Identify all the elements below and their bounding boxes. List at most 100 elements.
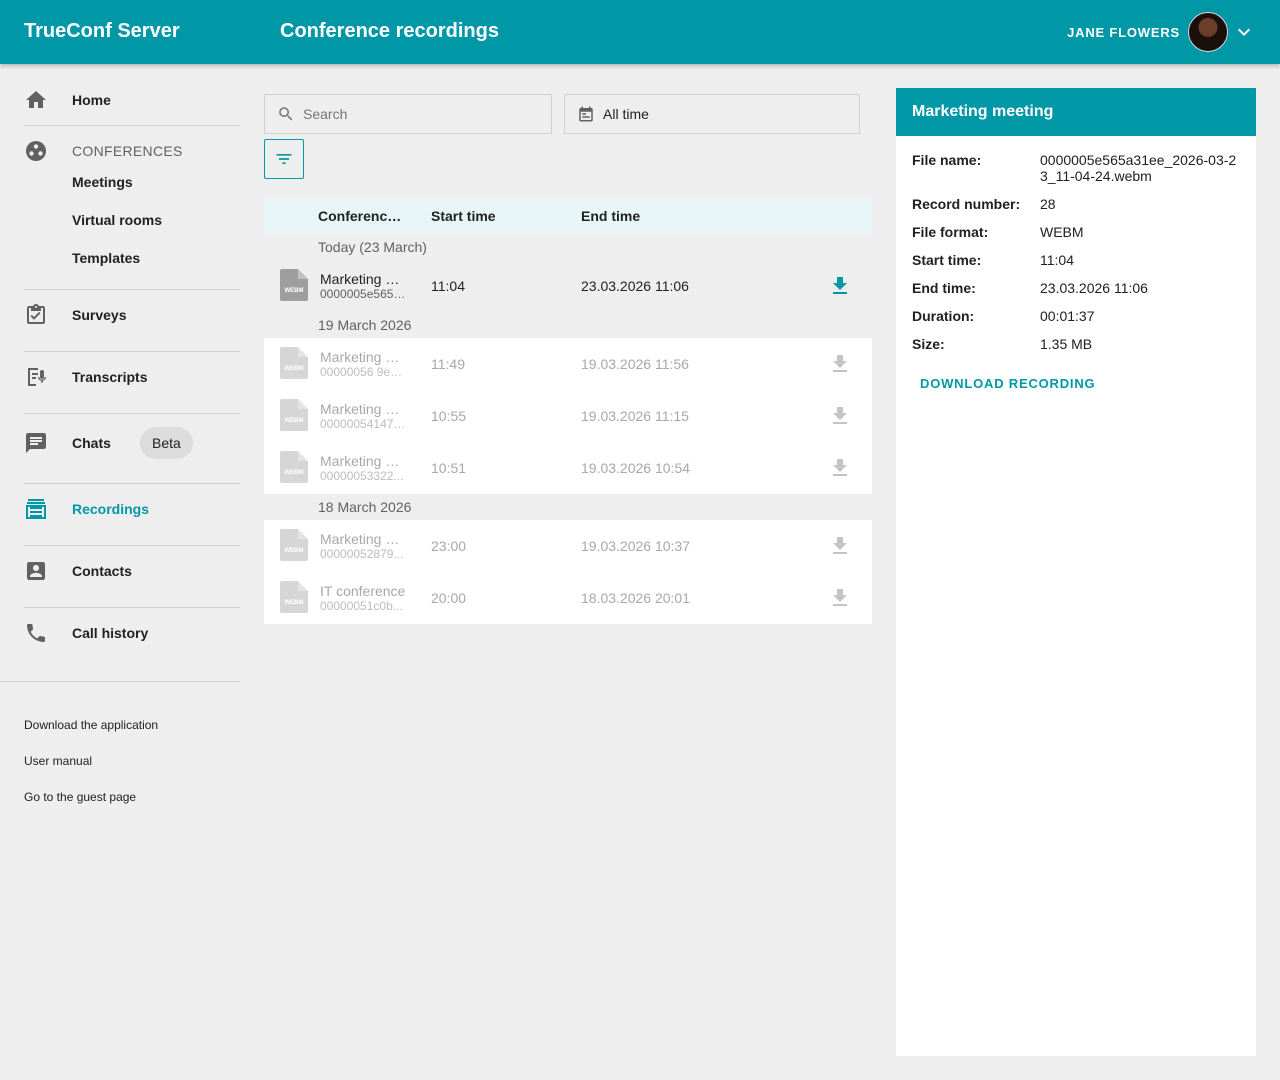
sidebar-item-home[interactable]: Home	[24, 80, 240, 120]
table-row[interactable]: WEBM IT conference 00000051c0b... 20:00 18.0…	[264, 572, 872, 624]
detail-label: End time:	[912, 280, 976, 296]
download-icon[interactable]	[828, 456, 852, 480]
download-icon[interactable]	[828, 352, 852, 376]
detail-label: File name:	[912, 152, 982, 168]
column-header-start[interactable]: Start time	[431, 208, 496, 224]
details-panel: Marketing meeting File name: 0000005e565…	[896, 88, 1256, 1056]
webm-file-icon: WEBM	[280, 399, 308, 431]
group-header: Today (23 March)	[264, 234, 872, 260]
sidebar-item-label: Surveys	[72, 307, 127, 323]
sidebar-item-label: Contacts	[72, 563, 132, 579]
recording-file: 00000054147f...	[320, 417, 406, 431]
sidebar-item-meetings[interactable]: Meetings	[72, 174, 133, 190]
sidebar-item-recordings[interactable]: Recordings	[24, 489, 240, 529]
date-filter[interactable]: All time	[564, 94, 860, 134]
download-app-link[interactable]: Download the application	[24, 718, 158, 732]
avatar[interactable]	[1188, 12, 1228, 52]
sidebar-item-transcripts[interactable]: Transcripts	[24, 357, 240, 397]
detail-value: 23.03.2026 11:06	[1040, 280, 1148, 296]
start-time: 10:51	[431, 460, 467, 476]
start-time: 11:49	[431, 356, 465, 372]
filter-button[interactable]	[264, 139, 304, 179]
end-time: 19.03.2026 10:37	[581, 538, 690, 554]
svg-text:WEBM: WEBM	[285, 548, 304, 554]
divider	[24, 413, 240, 414]
beta-badge: Beta	[140, 427, 193, 459]
home-icon	[26, 91, 46, 108]
table-header: Conference name Start time End time	[264, 198, 872, 234]
divider	[24, 289, 240, 290]
detail-value: 11:04	[1040, 252, 1074, 268]
start-time: 20:00	[431, 590, 467, 606]
sidebar-item-chats[interactable]: Chats Beta	[24, 423, 240, 463]
search-input[interactable]	[303, 106, 533, 122]
recording-file: 00000056 9e5...	[320, 365, 406, 379]
table-row[interactable]: WEBM Marketing meeting00000053322... 10:51…	[264, 442, 872, 494]
detail-value: WEBM	[1040, 224, 1084, 240]
recording-file: 00000053322...	[320, 469, 404, 483]
divider	[24, 125, 240, 126]
sidebar-item-label: Home	[72, 92, 111, 108]
sidebar-item-surveys[interactable]: Surveys	[24, 295, 240, 335]
group-label: 18 March 2026	[318, 499, 412, 515]
group-label: 19 March 2026	[318, 317, 412, 333]
sidebar-item-templates[interactable]: Templates	[72, 250, 140, 266]
column-header-end[interactable]: End time	[581, 208, 640, 224]
table-row[interactable]: WEBM Marketing meeting00000054147f... 10:5…	[264, 390, 872, 442]
recording-name: IT conference	[320, 583, 406, 599]
end-time: 19.03.2026 11:56	[581, 356, 689, 372]
sidebar-section-conferences: CONFERENCES	[24, 131, 240, 171]
download-icon[interactable]	[828, 534, 852, 558]
group-header: 18 March 2026	[264, 494, 872, 520]
filter-icon	[276, 154, 292, 164]
webm-file-icon: WEBM	[280, 529, 308, 561]
group-header: 19 March 2026	[264, 312, 872, 338]
recordings-icon	[26, 499, 46, 519]
detail-value: 1.35 MB	[1040, 336, 1093, 352]
download-icon[interactable]	[828, 404, 852, 428]
user-name[interactable]: JANE FLOWERS	[1067, 25, 1180, 40]
app-header: TrueConf Server Conference recordings JA…	[0, 0, 1280, 64]
search-icon	[279, 107, 293, 121]
table-row[interactable]: WEBM Marketing meeting00000052879... 23:00…	[264, 520, 872, 572]
conferences-icon	[26, 141, 46, 161]
recordings-table: Conference name Start time End time Toda…	[264, 198, 872, 624]
detail-value: 00:01:37	[1040, 308, 1095, 324]
divider	[0, 681, 240, 682]
divider	[24, 545, 240, 546]
recording-name: Marketing meeting	[320, 271, 406, 287]
sidebar-item-label: Transcripts	[72, 369, 148, 385]
recording-file: 00000052879...	[320, 547, 404, 561]
download-icon[interactable]	[828, 586, 852, 610]
detail-label: Duration:	[912, 308, 975, 324]
webm-file-icon: WEBM	[280, 581, 308, 613]
chevron-down-icon[interactable]	[1232, 20, 1256, 44]
download-recording-button[interactable]: DOWNLOAD RECORDING	[920, 376, 1095, 391]
guest-page-link[interactable]: Go to the guest page	[24, 790, 136, 804]
recording-name: Marketing meeting	[320, 531, 406, 547]
sidebar-item-contacts[interactable]: Contacts	[24, 551, 240, 591]
contact-card-icon	[27, 562, 45, 580]
svg-text:WEBM: WEBM	[285, 288, 304, 294]
svg-text:WEBM: WEBM	[285, 366, 304, 372]
detail-label: File format:	[912, 224, 989, 240]
table-row[interactable]: WEBM Marketing meeting0000005e565a31ee_20…	[264, 260, 872, 312]
download-icon[interactable]	[828, 274, 852, 298]
sidebar-item-virtual-rooms[interactable]: Virtual rooms	[72, 212, 162, 228]
table-row[interactable]: WEBM Marketing meeting00000056 9e5... 11:4…	[264, 338, 872, 390]
start-time: 10:55	[431, 408, 467, 424]
sidebar-item-call-history[interactable]: Call history	[24, 613, 240, 653]
sidebar-item-label: Recordings	[72, 501, 150, 517]
details-title: Marketing meeting	[896, 88, 1256, 136]
end-time: 19.03.2026 11:15	[581, 408, 689, 424]
user-manual-link[interactable]: User manual	[24, 754, 92, 768]
detail-label: Record number:	[912, 196, 1021, 212]
column-header-name[interactable]: Conference name	[318, 208, 406, 224]
recording-name: Marketing meeting	[320, 401, 406, 417]
divider	[24, 607, 240, 608]
brand-title[interactable]: TrueConf Server	[24, 20, 180, 43]
search-field[interactable]	[264, 94, 552, 134]
section-label: CONFERENCES	[72, 143, 183, 159]
svg-text:WEBM: WEBM	[285, 470, 304, 476]
user-menu[interactable]: JANE FLOWERS	[1067, 10, 1256, 54]
